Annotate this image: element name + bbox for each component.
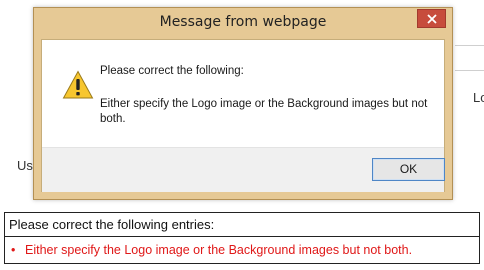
background-divider-bottom — [455, 70, 484, 71]
dialog-titlebar[interactable]: Message from webpage — [34, 8, 452, 38]
background-divider-top — [455, 45, 484, 46]
message-heading: Please correct the following: — [100, 65, 244, 77]
background-label-left: Us — [17, 158, 33, 173]
validation-error-item: • Either specify the Logo image or the Ba… — [5, 237, 479, 263]
message-area: Please correct the following: Either spe… — [42, 40, 444, 147]
button-area: OK — [42, 147, 445, 192]
validation-summary: Please correct the following entries: • E… — [4, 212, 480, 264]
message-dialog: Message from webpage Please correct the … — [33, 7, 453, 200]
dialog-title: Message from webpage — [159, 14, 327, 30]
bullet-icon: • — [11, 243, 16, 257]
warning-icon — [62, 70, 94, 99]
validation-error-list: • Either specify the Logo image or the Ba… — [5, 237, 479, 263]
ok-button[interactable]: OK — [372, 158, 445, 181]
validation-summary-header: Please correct the following entries: — [5, 213, 479, 237]
close-button[interactable] — [417, 9, 446, 28]
dialog-content: Please correct the following: Either spe… — [41, 39, 445, 192]
message-body: Either specify the Logo image or the Bac… — [100, 98, 428, 125]
background-label-right: Lo — [473, 90, 484, 105]
close-icon — [426, 13, 437, 24]
validation-error-text: Either specify the Logo image or the Bac… — [25, 243, 413, 257]
